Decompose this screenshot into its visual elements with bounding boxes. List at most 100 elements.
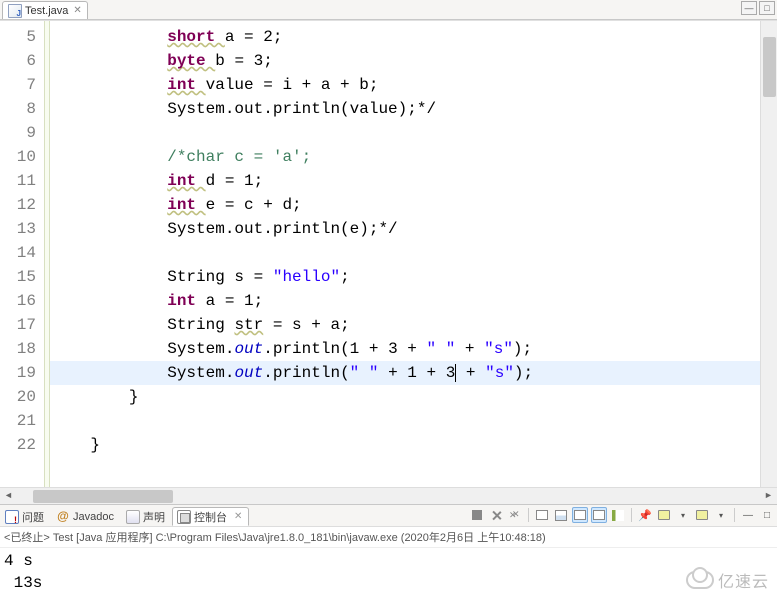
code-area[interactable]: short a = 2; byte b = 3; int value = i +… xyxy=(50,21,760,487)
code-line[interactable]: int value = i + a + b; xyxy=(50,73,760,97)
tab-label: Javadoc xyxy=(73,511,114,523)
tree-button[interactable] xyxy=(610,507,626,523)
line-number: 9 xyxy=(0,121,36,145)
minimize-icon: — xyxy=(743,510,753,521)
console-line: 4 s xyxy=(4,552,33,570)
line-number: 22 xyxy=(0,433,36,457)
minimize-view-button[interactable]: — xyxy=(740,507,756,523)
code-line[interactable]: short a = 2; xyxy=(50,25,760,49)
tab-declaration[interactable]: 声明 xyxy=(121,507,172,526)
line-number: 10 xyxy=(0,145,36,169)
x-icon xyxy=(491,510,502,521)
line-number: 21 xyxy=(0,409,36,433)
maximize-icon: □ xyxy=(764,510,770,521)
code-line[interactable]: System.out.println(value);*/ xyxy=(50,97,760,121)
maximize-button[interactable]: □ xyxy=(759,1,775,15)
window-controls: — □ xyxy=(741,1,775,15)
stop-icon xyxy=(472,510,482,520)
line-number: 12 xyxy=(0,193,36,217)
declaration-icon xyxy=(126,510,140,524)
open-console-menu-button[interactable] xyxy=(713,507,729,523)
code-line[interactable]: System.out.println(e);*/ xyxy=(50,217,760,241)
line-number: 5 xyxy=(0,25,36,49)
code-line[interactable]: String str = s + a; xyxy=(50,313,760,337)
console-output[interactable]: 4 s 13s xyxy=(0,548,777,596)
scroll-left-icon[interactable]: ◄ xyxy=(0,488,17,505)
close-icon[interactable]: ✕ xyxy=(73,5,81,16)
vertical-scrollbar[interactable] xyxy=(760,21,777,487)
terminate-button[interactable] xyxy=(469,507,485,523)
wrap-icon xyxy=(593,510,605,520)
scrollbar-thumb[interactable] xyxy=(33,490,173,503)
remove-launch-button[interactable] xyxy=(488,507,504,523)
word-wrap-button[interactable] xyxy=(591,507,607,523)
remove-all-button[interactable] xyxy=(507,507,523,523)
console-launch-info: Test [Java 应用程序] C:\Program Files\Java\j… xyxy=(53,532,546,544)
line-number: 17 xyxy=(0,313,36,337)
line-number: 20 xyxy=(0,385,36,409)
console-terminated-label: <已终止> xyxy=(4,532,53,544)
maximize-view-button[interactable]: □ xyxy=(759,507,775,523)
code-line[interactable]: String s = "hello"; xyxy=(50,265,760,289)
xx-icon xyxy=(509,510,521,521)
console-launch-header: <已终止> Test [Java 应用程序] C:\Program Files\… xyxy=(0,526,777,548)
clear-console-button[interactable] xyxy=(534,507,550,523)
javadoc-icon: @ xyxy=(56,510,70,524)
code-line[interactable]: int d = 1; xyxy=(50,169,760,193)
horizontal-scrollbar[interactable]: ◄ ► xyxy=(0,487,777,504)
line-number: 16 xyxy=(0,289,36,313)
open-console-button[interactable] xyxy=(694,507,710,523)
code-line[interactable] xyxy=(50,241,760,265)
separator xyxy=(631,508,632,522)
line-number: 14 xyxy=(0,241,36,265)
scroll-lock-icon xyxy=(555,510,567,521)
code-line[interactable]: } xyxy=(50,433,760,457)
clear-icon xyxy=(536,510,548,520)
code-line[interactable]: System.out.println(" " + 1 + 3 + "s"); xyxy=(50,361,760,385)
code-line[interactable] xyxy=(50,409,760,433)
tab-label: 声明 xyxy=(143,509,165,525)
tree-icon xyxy=(612,510,624,521)
tab-console[interactable]: 控制台 ✕ xyxy=(172,507,249,526)
code-line[interactable]: byte b = 3; xyxy=(50,49,760,73)
show-console-button[interactable] xyxy=(572,507,588,523)
console-line: 13s xyxy=(4,574,42,592)
java-file-icon xyxy=(8,4,22,18)
editor-tab-label: Test.java xyxy=(25,5,68,17)
monitor-icon xyxy=(658,510,670,520)
editor-tab-testjava[interactable]: Test.java ✕ xyxy=(2,1,88,19)
display-menu-button[interactable] xyxy=(675,507,691,523)
line-number: 8 xyxy=(0,97,36,121)
code-line[interactable]: int a = 1; xyxy=(50,289,760,313)
line-number: 19 xyxy=(0,361,36,385)
code-line[interactable]: } xyxy=(50,385,760,409)
tab-problems[interactable]: 问题 xyxy=(0,507,51,526)
separator xyxy=(734,508,735,522)
line-number: 11 xyxy=(0,169,36,193)
code-line[interactable]: /*char c = 'a'; xyxy=(50,145,760,169)
pin-icon: 📌 xyxy=(638,509,652,522)
display-button[interactable] xyxy=(656,507,672,523)
bottom-view-tabs: 问题 @ Javadoc 声明 控制台 ✕ 📌 — □ xyxy=(0,504,777,526)
close-icon[interactable]: ✕ xyxy=(234,511,242,522)
minimize-button[interactable]: — xyxy=(741,1,757,15)
console-toolbar: 📌 — □ xyxy=(469,507,775,523)
scroll-lock-button[interactable] xyxy=(553,507,569,523)
line-number-gutter: 5678910111213141516171819202122 xyxy=(0,21,44,487)
tab-javadoc[interactable]: @ Javadoc xyxy=(51,507,121,526)
code-editor[interactable]: 5678910111213141516171819202122 short a … xyxy=(0,20,777,487)
console-icon xyxy=(177,510,191,524)
code-line[interactable]: int e = c + d; xyxy=(50,193,760,217)
pin-button[interactable]: 📌 xyxy=(637,507,653,523)
separator xyxy=(528,508,529,522)
scroll-right-icon[interactable]: ► xyxy=(760,488,777,505)
line-number: 15 xyxy=(0,265,36,289)
tab-label: 控制台 xyxy=(194,509,227,525)
code-line[interactable] xyxy=(50,121,760,145)
tab-label: 问题 xyxy=(22,509,44,525)
scrollbar-thumb[interactable] xyxy=(763,37,776,97)
code-line[interactable]: System.out.println(1 + 3 + " " + "s"); xyxy=(50,337,760,361)
problems-icon xyxy=(5,510,19,524)
show-console-icon xyxy=(574,510,586,520)
editor-tab-bar: Test.java ✕ — □ xyxy=(0,0,777,20)
